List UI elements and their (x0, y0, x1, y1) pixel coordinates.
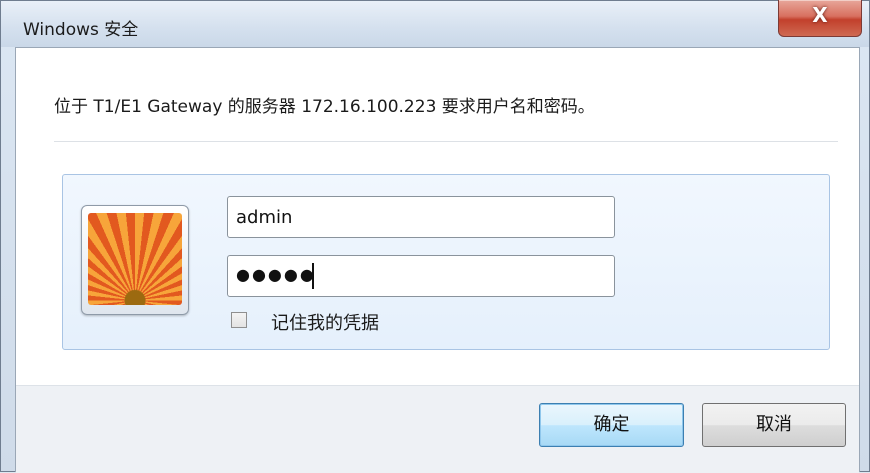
dialog-body: 位于 T1/E1 Gateway 的服务器 172.16.100.223 要求用… (15, 47, 860, 473)
security-dialog: Windows 安全 X 位于 T1/E1 Gateway 的服务器 172.1… (0, 0, 870, 473)
password-masked-value: ●●●●● (236, 265, 316, 284)
cancel-button[interactable]: 取消 (702, 403, 846, 447)
close-button[interactable]: X (778, 0, 862, 37)
credential-tile: ●●●●● 记住我的凭据 (62, 174, 830, 350)
title-bar[interactable]: Windows 安全 X (1, 0, 869, 47)
text-caret (312, 263, 314, 289)
close-icon: X (812, 3, 828, 27)
remember-label[interactable]: 记住我的凭据 (271, 309, 379, 335)
remember-checkbox[interactable] (231, 312, 247, 328)
username-field[interactable] (227, 196, 615, 238)
flower-avatar-icon (88, 213, 182, 305)
prompt-message: 位于 T1/E1 Gateway 的服务器 172.16.100.223 要求用… (54, 97, 595, 117)
ok-button[interactable]: 确定 (539, 403, 684, 447)
separator (54, 141, 838, 142)
window-title: Windows 安全 (23, 20, 139, 40)
username-input[interactable] (228, 197, 614, 237)
password-field[interactable]: ●●●●● (227, 255, 615, 297)
user-avatar (81, 205, 189, 315)
